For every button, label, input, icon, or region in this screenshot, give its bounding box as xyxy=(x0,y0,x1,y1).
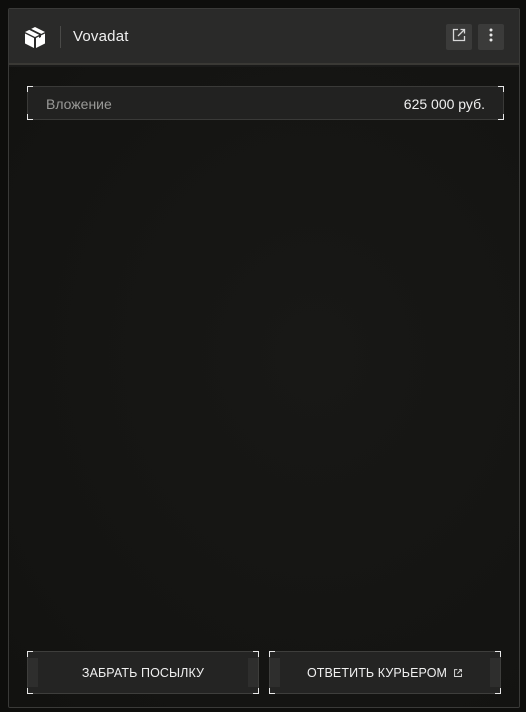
reply-courier-label: ОТВЕТИТЬ КУРЬЕРОМ xyxy=(306,665,448,680)
external-link-icon xyxy=(451,27,467,48)
attachment-value: 625 000 руб. xyxy=(403,96,485,112)
window-content: Вложение 625 000 руб. ЗАБРАТЬ ПОСЫЛКУ ОТ… xyxy=(9,67,519,707)
open-external-button[interactable] xyxy=(446,24,472,50)
external-link-icon xyxy=(453,668,463,678)
more-options-button[interactable] xyxy=(478,24,504,50)
package-icon xyxy=(23,25,47,49)
reply-courier-button[interactable]: ОТВЕТИТЬ КУРЬЕРОМ xyxy=(269,651,501,694)
attachment-label: Вложение xyxy=(46,96,112,112)
take-package-button[interactable]: ЗАБРАТЬ ПОСЫЛКУ xyxy=(27,651,259,694)
more-vertical-icon xyxy=(483,27,499,48)
window-title: Vovadat xyxy=(73,28,129,45)
attachment-row: Вложение 625 000 руб. xyxy=(27,86,504,120)
title-divider xyxy=(60,26,61,48)
package-window: Vovadat Вложение 625 000 руб. ЗАБРАТЬ ПО… xyxy=(8,8,520,708)
titlebar: Vovadat xyxy=(9,9,519,65)
take-package-label: ЗАБРАТЬ ПОСЫЛКУ xyxy=(81,665,205,680)
